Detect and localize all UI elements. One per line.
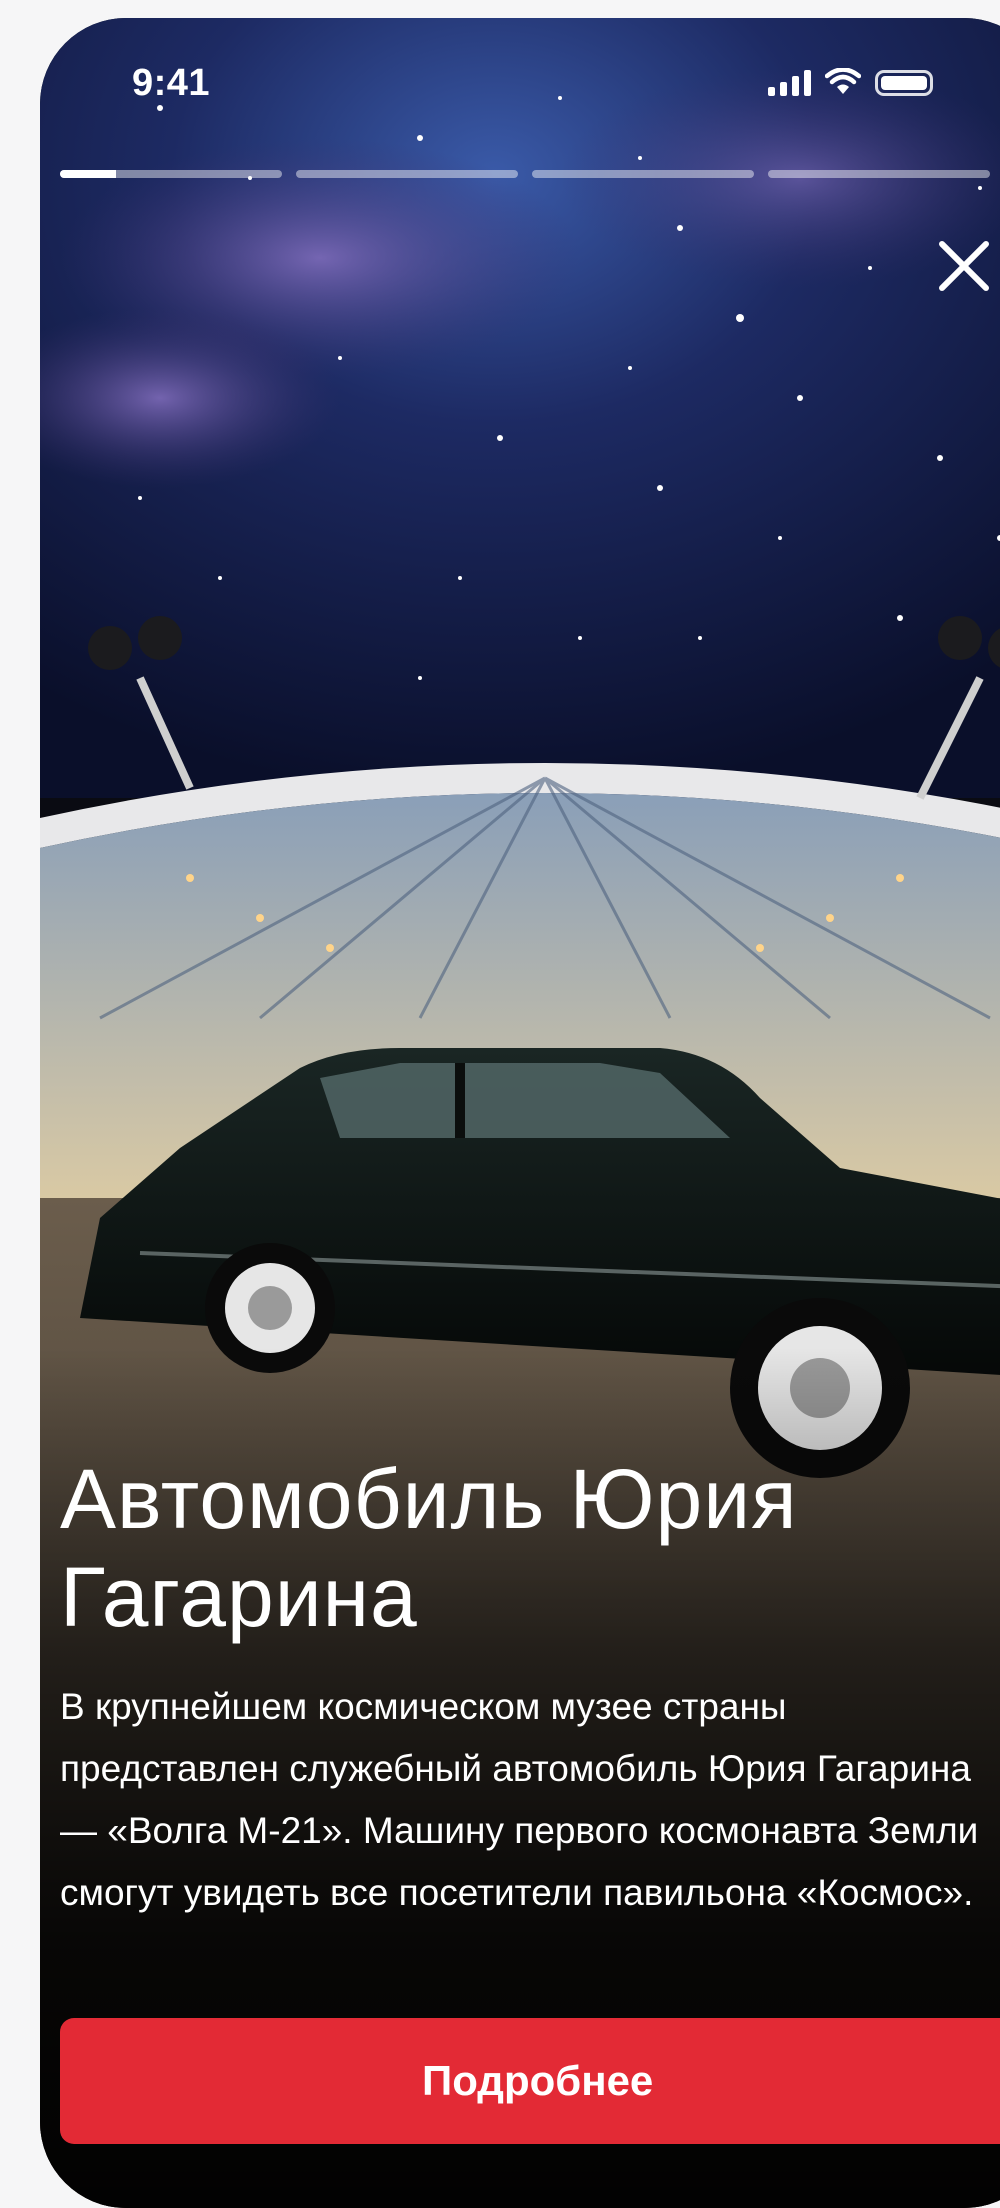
progress-segment (532, 170, 754, 178)
wifi-icon (825, 68, 861, 94)
story-content: Автомобиль Юрия Гагарина В крупнейшем ко… (60, 1450, 1000, 1924)
progress-segment (60, 170, 282, 178)
cellular-signal-icon (768, 70, 811, 96)
story-screen: 9:41 Автомобиль Юрия Гагарина В крупнейш… (40, 18, 1000, 2208)
more-button[interactable]: Подробнее (60, 2018, 1000, 2144)
story-description: В крупнейшем космическом музее страны пр… (60, 1686, 979, 1913)
progress-segment (768, 170, 990, 178)
story-progress (60, 170, 990, 178)
progress-segment (296, 170, 518, 178)
close-icon[interactable] (926, 228, 1000, 304)
story-title: Автомобиль Юрия Гагарина (60, 1452, 798, 1644)
status-time: 9:41 (132, 62, 211, 104)
status-icons (768, 68, 933, 96)
status-bar: 9:41 (40, 18, 1000, 148)
battery-icon (875, 70, 933, 96)
